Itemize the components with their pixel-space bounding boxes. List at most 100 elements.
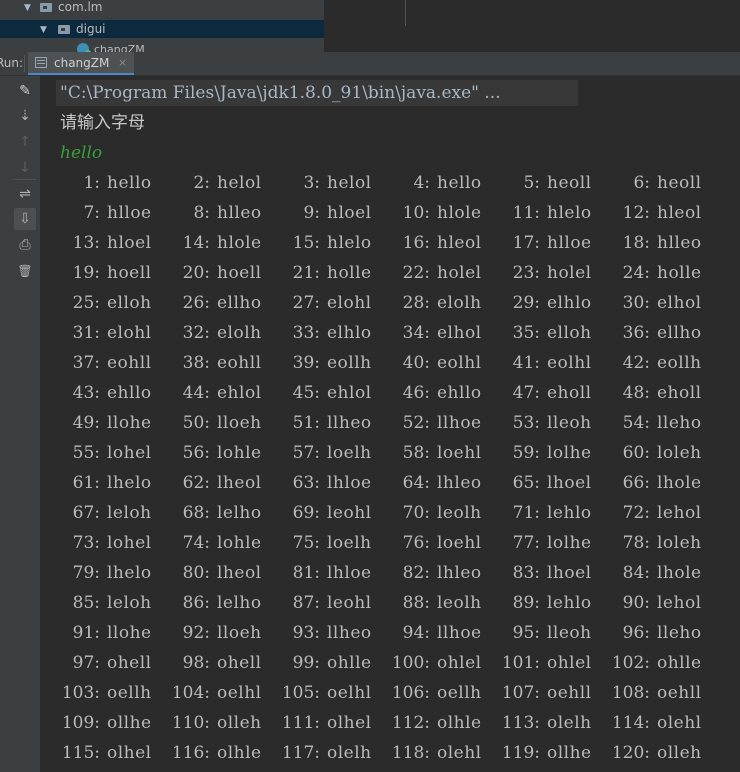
result-index: 79:: [72, 563, 100, 583]
result-index: 28:: [402, 293, 430, 313]
result-index: 56:: [182, 443, 210, 463]
result-word: llhoe: [437, 413, 482, 433]
console-output[interactable]: "C:\Program Files\Java\jdk1.8.0_91\bin\j…: [40, 76, 740, 772]
result-word: hlelo: [547, 203, 592, 223]
result-entry: 10: hlole: [390, 198, 482, 228]
result-word: ollhe: [547, 743, 592, 763]
result-word: heoll: [657, 173, 702, 193]
result-entry: 54: lleho: [610, 408, 702, 438]
result-index: 64:: [402, 473, 430, 493]
tree-item-changzm[interactable]: changZM: [0, 41, 324, 52]
result-entry: 73: lohel: [60, 528, 152, 558]
result-index: 12:: [622, 203, 650, 223]
result-entry: 110: olleh: [170, 708, 262, 738]
result-entry: 33: elhlo: [280, 318, 372, 348]
result-word: oehll: [547, 683, 592, 703]
result-word: ehlol: [217, 383, 262, 403]
result-index: 10:: [402, 203, 430, 223]
result-word: llheo: [327, 623, 372, 643]
print-icon[interactable]: ⎙: [14, 234, 36, 256]
result-entry: 6: heoll: [610, 168, 702, 198]
output-row: 19: hoell 20: hoell 21: holle 22: holel 23: holel…: [60, 258, 720, 288]
result-index: 14:: [182, 233, 210, 253]
result-index: 97:: [72, 653, 100, 673]
result-entry: 2: helol: [170, 168, 262, 198]
up-arrow-icon[interactable]: ↑: [14, 131, 36, 153]
result-index: 22:: [402, 263, 430, 283]
result-index: 109:: [61, 713, 100, 733]
result-word: leolh: [437, 503, 482, 523]
expand-arrow-icon[interactable]: ▼: [24, 0, 31, 17]
result-word: olleh: [657, 743, 702, 763]
result-entry: 63: lhloe: [280, 468, 372, 498]
result-entry: 109: ollhe: [60, 708, 152, 738]
result-entry: 113: olelh: [500, 708, 592, 738]
result-entry: 57: loelh: [280, 438, 372, 468]
result-entry: 72: lehol: [610, 498, 702, 528]
command-line[interactable]: "C:\Program Files\Java\jdk1.8.0_91\bin\j…: [60, 78, 501, 108]
result-index: 52:: [402, 413, 430, 433]
result-word: hleol: [657, 203, 702, 223]
sort-icon[interactable]: ⇣: [14, 105, 36, 127]
result-entry: 64: lhleo: [390, 468, 482, 498]
result-word: helol: [217, 173, 262, 193]
tree-item-package[interactable]: ▼ com.lm: [0, 0, 324, 16]
result-index: 1:: [83, 173, 100, 193]
result-entry: 75: loelh: [280, 528, 372, 558]
result-entry: 96: lleho: [610, 618, 702, 648]
class-icon: [77, 43, 91, 52]
result-word: lleoh: [547, 623, 592, 643]
result-index: 113:: [501, 713, 540, 733]
result-word: lelho: [217, 593, 262, 613]
clear-all-icon[interactable]: ✎: [14, 80, 36, 102]
result-word: lloeh: [217, 413, 262, 433]
result-index: 49:: [72, 413, 100, 433]
run-panel-label: Run:: [0, 56, 22, 70]
output-row: 67: leloh 68: lelho 69: leohl 70: leolh 71: lehlo…: [60, 498, 720, 528]
project-tree-panel: ▼ com.lm ▼ digui changZM: [0, 0, 324, 52]
result-word: hello: [107, 173, 152, 193]
result-entry: 112: olhle: [390, 708, 482, 738]
result-entry: 79: lhelo: [60, 558, 152, 588]
close-icon[interactable]: ×: [118, 52, 127, 74]
result-index: 81:: [292, 563, 320, 583]
result-index: 107:: [501, 683, 540, 703]
result-entry: 86: lelho: [170, 588, 262, 618]
result-word: llohe: [107, 623, 152, 643]
output-row: 73: lohel 74: lohle 75: loelh 76: loehl 77: lolhe…: [60, 528, 720, 558]
scroll-to-end-icon[interactable]: ⇩: [14, 208, 36, 230]
result-entry: 12: hleol: [610, 198, 702, 228]
result-index: 78:: [622, 533, 650, 553]
result-word: helol: [327, 173, 372, 193]
result-index: 60:: [622, 443, 650, 463]
result-index: 65:: [512, 473, 540, 493]
expand-arrow-icon[interactable]: ▼: [40, 21, 47, 39]
result-entry: 97: ohell: [60, 648, 152, 678]
result-word: lheol: [217, 563, 262, 583]
result-entry: 60: loleh: [610, 438, 702, 468]
down-arrow-icon[interactable]: ↓: [14, 157, 36, 179]
result-index: 50:: [182, 413, 210, 433]
result-word: loehl: [437, 443, 482, 463]
tab-changzm[interactable]: changZM ×: [28, 52, 134, 75]
result-word: elhlo: [547, 293, 592, 313]
result-entry: 44: ehlol: [170, 378, 262, 408]
trash-icon[interactable]: 🗑: [14, 260, 36, 282]
tree-item-digui[interactable]: ▼ digui: [0, 20, 324, 38]
result-word: holle: [327, 263, 372, 283]
result-index: 42:: [622, 353, 650, 373]
output-row: 31: elohl 32: elolh 33: elhlo 34: elhol 35: elloh…: [60, 318, 720, 348]
result-index: 106:: [391, 683, 430, 703]
result-word: eolhl: [437, 353, 482, 373]
result-index: 100:: [391, 653, 430, 673]
result-entry: 20: hoell: [170, 258, 262, 288]
result-entry: 13: hloel: [60, 228, 152, 258]
soft-wrap-icon[interactable]: ⇌: [14, 183, 36, 205]
result-word: ohlel: [437, 653, 482, 673]
result-word: lehlo: [547, 503, 592, 523]
result-index: 94:: [402, 623, 430, 643]
editor-area: [324, 0, 740, 52]
result-word: eollh: [657, 353, 702, 373]
result-index: 25:: [72, 293, 100, 313]
result-entry: 25: elloh: [60, 288, 152, 318]
